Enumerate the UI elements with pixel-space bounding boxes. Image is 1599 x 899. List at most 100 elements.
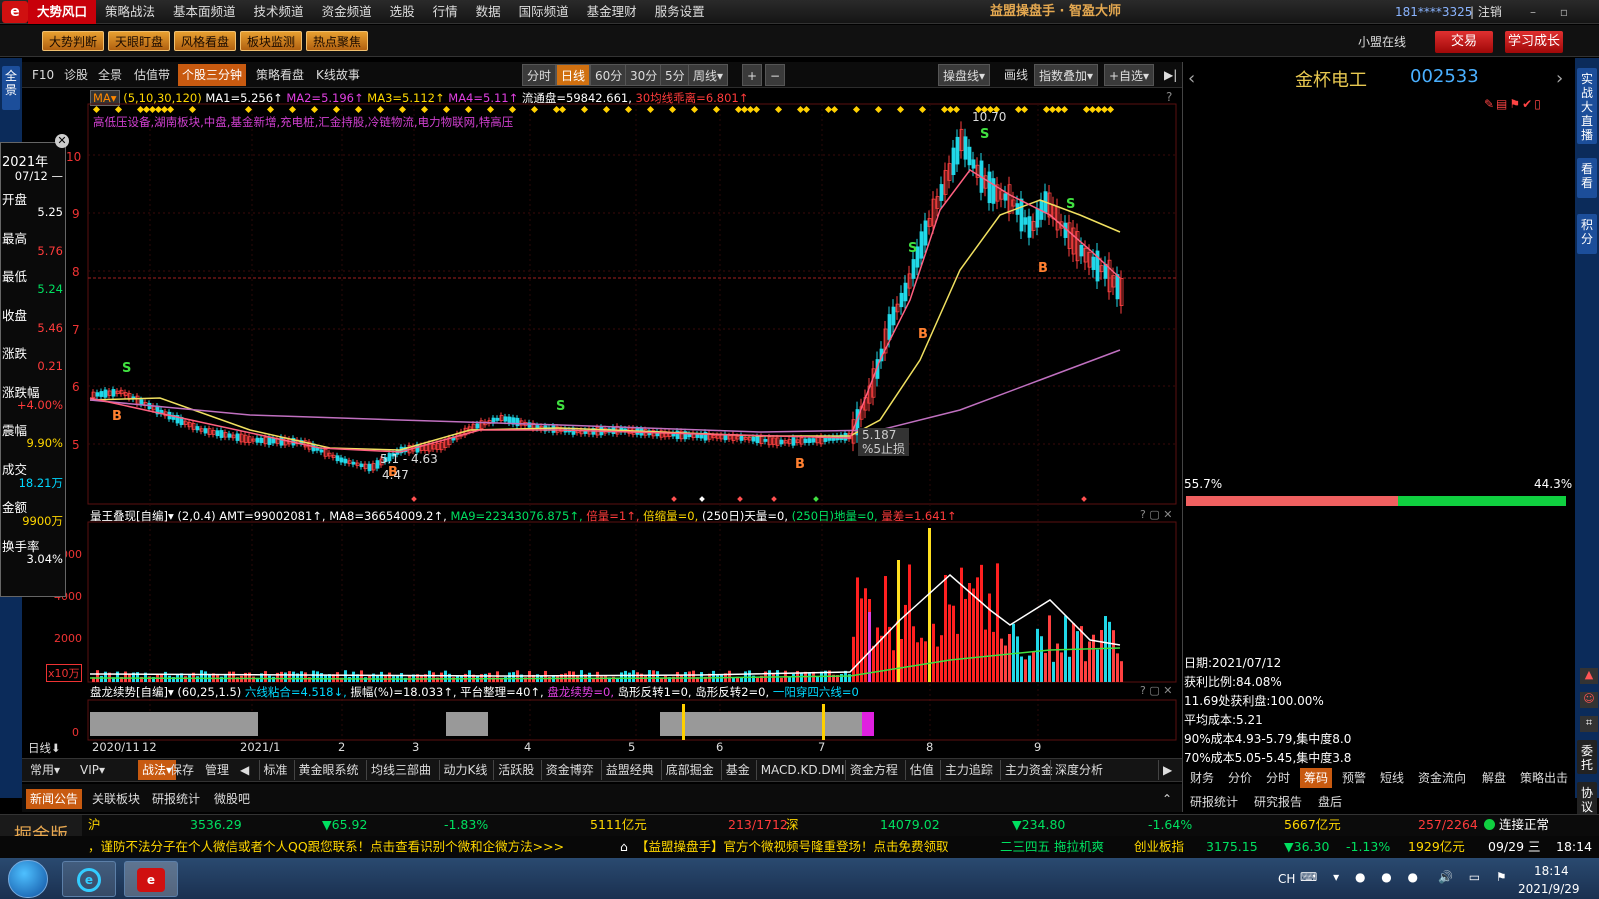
volume-bar: [596, 671, 599, 682]
rp-tab2-0[interactable]: 研报统计: [1186, 792, 1242, 812]
volume-bar: [772, 674, 775, 682]
bottom-tab-0[interactable]: 保存: [166, 760, 198, 780]
bottom-signal: [737, 496, 743, 502]
bottom-tab-14[interactable]: 估值: [904, 760, 938, 780]
candle-body: [367, 463, 372, 472]
rp-tab-2[interactable]: 分时: [1262, 768, 1294, 788]
main-chart-frame: [87, 103, 1177, 505]
high-price-label: 10.70: [972, 110, 1007, 124]
scroll-notice-2[interactable]: 【益盟操盘手】官方个微视频号隆重登场！点击免费领取: [636, 838, 986, 856]
bottom-tab-2[interactable]: ◀: [236, 760, 253, 780]
tab-related-sector[interactable]: 关联板块: [88, 789, 144, 809]
volume-bar: [860, 598, 863, 682]
rp-tab-0[interactable]: 财务: [1186, 768, 1218, 788]
bottom-tab-8[interactable]: 资金博弈: [540, 760, 598, 780]
candle-body: [955, 136, 960, 165]
volume-bar: [1080, 626, 1083, 682]
panlong-panel-controls[interactable]: ? ▢ ✕: [1140, 684, 1172, 697]
tab-news[interactable]: 新闻公告: [26, 789, 83, 809]
sz-change: ▼234.80: [1012, 817, 1066, 832]
rp-tab-6[interactable]: 资金流向: [1414, 768, 1470, 788]
volume-bar: [936, 646, 939, 682]
rp-tab-8[interactable]: 策略出击: [1516, 768, 1572, 788]
next-stock-icon[interactable]: ›: [1556, 68, 1563, 89]
bottom-tab-11[interactable]: 基金: [720, 760, 754, 780]
candle-body: [923, 220, 928, 246]
volume-bar: [280, 671, 283, 682]
scroll-notice-3[interactable]: 二三四五 拖拉机爽: [1000, 838, 1120, 856]
rp-tab2-1[interactable]: 研究报告: [1250, 792, 1306, 812]
bottom-group-1[interactable]: VIP▾: [76, 760, 109, 780]
volume-bar: [508, 672, 511, 682]
tray-icons[interactable]: ⌨ ▾ ● ● ●: [1300, 870, 1424, 884]
vol-panel-controls[interactable]: ? ▢ ✕: [1140, 508, 1172, 521]
bottom-tab-18[interactable]: ▶: [1158, 760, 1176, 780]
yaxis-label-7: 7: [72, 323, 80, 337]
tab-research-stats[interactable]: 研报统计: [148, 789, 204, 809]
bottom-tab-7[interactable]: 活跃股: [493, 760, 538, 780]
rp-tab-1[interactable]: 分价: [1224, 768, 1256, 788]
low-price-label: 4.47: [382, 468, 409, 482]
bottom-tab-17[interactable]: 深度分析: [1050, 760, 1107, 780]
bottom-tab-12[interactable]: MACD.KD.DMI: [755, 760, 849, 780]
home-icon[interactable]: ⌂: [620, 838, 628, 856]
period-label[interactable]: 日线⬇: [28, 740, 61, 756]
rp-tab2-2[interactable]: 盘后: [1314, 792, 1346, 812]
volume-bar: [300, 671, 303, 682]
bottom-tab-4[interactable]: 黄金眼系统: [293, 760, 363, 780]
signal-diamond: [398, 105, 407, 114]
candle-body: [95, 392, 100, 397]
chip-tools-icon[interactable]: ✎▤⚑✔▯: [1484, 97, 1543, 111]
vol-indicator-name[interactable]: 量王叠现[自编]▾: [90, 509, 174, 523]
signal-diamond: [558, 105, 567, 114]
volume-bar: [892, 650, 895, 682]
popup-value-9: 3.04%: [26, 551, 63, 566]
volume-bar: [292, 671, 295, 682]
bottom-tab-9[interactable]: 益盟经典: [600, 760, 658, 780]
bottom-tab-15[interactable]: 主力追踪: [939, 760, 997, 780]
close-popup-icon[interactable]: ✕: [55, 134, 69, 148]
bottom-tab-1[interactable]: 管理: [201, 760, 233, 780]
rp-tab-5[interactable]: 短线: [1376, 768, 1408, 788]
volume-bar: [124, 671, 127, 682]
volume-bar: [512, 672, 515, 682]
signal-diamond: [830, 105, 839, 114]
chip-info-1: 获利比例:84.08%: [1184, 675, 1282, 689]
tab-guba[interactable]: 微股吧: [210, 789, 254, 809]
cyb-amount: 1929亿元: [1408, 839, 1465, 854]
bottom-tab-3[interactable]: 标准: [258, 760, 292, 780]
expand-icon[interactable]: ⌃: [1162, 792, 1172, 806]
bottom-tab-13[interactable]: 资金方程: [844, 760, 902, 780]
dao1-value: 岛形反转1=0,: [617, 685, 692, 699]
volume-bar: [1096, 649, 1099, 682]
bottom-tab-10[interactable]: 底部掘金: [660, 760, 718, 780]
volume-bar: [1052, 661, 1055, 682]
candle-body: [899, 292, 904, 308]
input-method-label[interactable]: CH: [1278, 872, 1295, 886]
candle-body: [195, 426, 200, 431]
sh-change: ▼65.92: [322, 817, 368, 832]
bottom-tab-6[interactable]: 动力K线: [438, 760, 492, 780]
rp-tab-4[interactable]: 预警: [1338, 768, 1370, 788]
emoney-app-icon[interactable]: e: [124, 861, 178, 897]
panlong-value: 盘龙续势=0,: [547, 685, 614, 699]
rp-tab-7[interactable]: 解盘: [1478, 768, 1510, 788]
popup-value-2: 5.24: [37, 282, 63, 296]
scroll-notice-1[interactable]: ，谨防不法分子在个人微信或者个人QQ跟您联系！点击查看识别个微和企微方法>>>: [88, 838, 608, 856]
volume-bar: [304, 672, 307, 682]
candle-body: [803, 438, 808, 443]
prev-stock-icon[interactable]: ‹: [1188, 68, 1195, 89]
rp-tab-3[interactable]: 筹码: [1300, 768, 1333, 788]
panlong-name[interactable]: 盘龙续势[自编]▾: [90, 685, 174, 699]
volume-bar: [380, 671, 383, 682]
start-button-icon[interactable]: [8, 860, 48, 898]
bottom-tab-5[interactable]: 均线三部曲: [366, 760, 435, 780]
bottom-tab-16[interactable]: 主力资金: [999, 760, 1057, 780]
bottom-group-0[interactable]: 常用▾: [26, 760, 64, 780]
volume-network-icons[interactable]: 🔊 ▭ ⚑: [1438, 870, 1513, 884]
volume-bar: [1024, 659, 1027, 682]
volume-bar: [676, 671, 679, 682]
candle-body: [271, 438, 276, 444]
bottom-signal: [771, 496, 777, 502]
ie-browser-icon[interactable]: e: [62, 861, 116, 897]
